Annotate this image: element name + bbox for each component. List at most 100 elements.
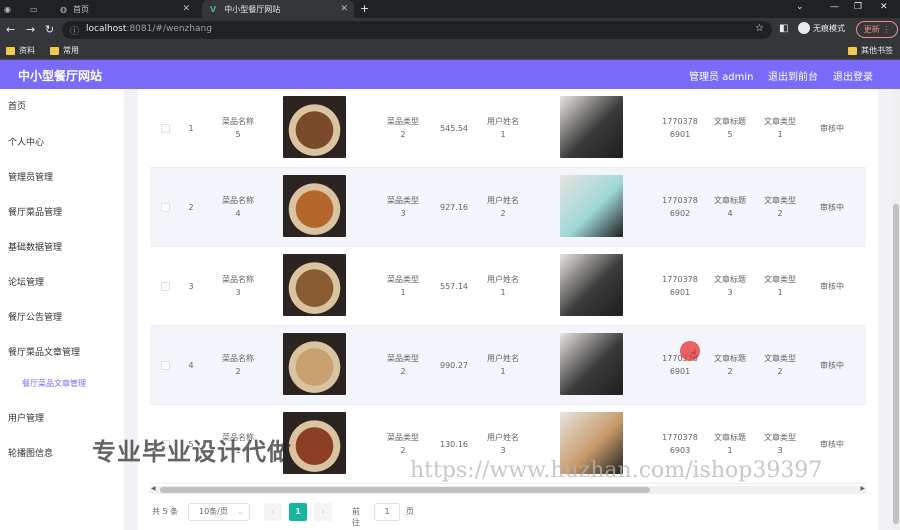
article-type-value: 1 [777, 288, 783, 297]
close-icon[interactable]: ✕ [182, 4, 190, 14]
phone-value-line1: 1770378 [662, 275, 698, 284]
star-icon[interactable]: ☆ [755, 23, 764, 34]
scroll-left-icon[interactable]: ◀ [151, 485, 156, 492]
incognito-indicator[interactable]: 无痕模式 [798, 22, 845, 34]
sidebar-item-home[interactable]: 首页 [8, 99, 26, 112]
user-avatar-image [560, 333, 623, 395]
bookmarks-bar: 资料 常用 其他书签 [0, 42, 900, 60]
bookmark-folder-changyong[interactable]: 常用 [50, 45, 79, 56]
phone-value-line2: 6902 [669, 209, 691, 218]
sidebar-item-users[interactable]: 用户管理 [8, 411, 44, 424]
article-title-label: 文章标题 [714, 196, 746, 205]
restore-icon[interactable]: ❐ [854, 2, 862, 12]
update-label: 更新 [863, 25, 880, 34]
dish-image [283, 412, 346, 474]
dish-type-value: 3 [400, 209, 406, 218]
row-index: 4 [188, 361, 194, 370]
row-checkbox[interactable] [161, 124, 170, 133]
minimize-icon[interactable]: — [830, 2, 839, 12]
price-value: 557.14 [440, 282, 468, 291]
status-badge: 审核中 [820, 203, 844, 212]
price-value: 545.54 [440, 124, 468, 133]
phone-value-line1: 1770378 [662, 117, 698, 126]
bookmark-folder-ziliao[interactable]: 资料 [6, 45, 35, 56]
tab-home[interactable]: ◍ 首页 ✕ [56, 0, 196, 18]
sidebar-subitem-articles[interactable]: 餐厅菜品文章管理 [22, 378, 86, 389]
close-window-icon[interactable]: ✕ [880, 2, 888, 12]
page-size-select[interactable]: 10条/页 ⌄ [188, 503, 250, 521]
phone-value-line1: 1770378 [662, 196, 698, 205]
sidebar-item-forum[interactable]: 论坛管理 [8, 275, 44, 288]
table-row[interactable]: 2 菜品名称 4 菜品类型 3 927.16 用户姓名 2 1770378 69… [150, 168, 866, 247]
sidebar-item-articles[interactable]: 餐厅菜品文章管理 [8, 345, 80, 358]
table-row[interactable]: 1 菜品名称 5 菜品类型 2 545.54 用户姓名 1 1770378 69… [150, 89, 866, 168]
reload-icon[interactable]: ↻ [45, 23, 54, 36]
vertical-scroll-thumb[interactable] [893, 204, 899, 524]
article-type-value: 2 [777, 209, 783, 218]
back-to-front-link[interactable]: 退出到前台 [768, 68, 818, 83]
article-title-label: 文章标题 [714, 275, 746, 284]
logout-link[interactable]: 退出登录 [833, 68, 873, 83]
vertical-scrollbar[interactable] [892, 89, 900, 530]
goto-page-input[interactable]: 1 [374, 503, 400, 521]
sidebar-item-admins[interactable]: 管理员管理 [8, 170, 53, 183]
row-checkbox[interactable] [161, 203, 170, 212]
bookmark-label: 常用 [63, 46, 79, 55]
sidebar-item-notices[interactable]: 餐厅公告管理 [8, 310, 62, 323]
status-badge: 审核中 [820, 361, 844, 370]
row-index: 3 [188, 282, 194, 291]
prev-page-button[interactable]: ‹ [264, 503, 282, 521]
article-title-value: 4 [727, 209, 733, 218]
phone-value-line2: 6901 [669, 288, 691, 297]
bookmark-folder-other[interactable]: 其他书签 [848, 45, 893, 56]
user-name-label: 用户姓名 [487, 117, 519, 126]
update-button[interactable]: 更新 ⋮ [856, 21, 898, 38]
table-row[interactable]: 4 菜品名称 2 菜品类型 2 990.27 用户姓名 1 1770378 69… [150, 326, 866, 405]
page-1-button[interactable]: 1 [289, 503, 307, 521]
dish-name-value: 3 [235, 288, 241, 297]
sidebar-item-profile[interactable]: 个人中心 [8, 135, 44, 148]
address-bar-row: ← → ↻ ⓘ localhost:8081/#/wenzhang ☆ ◧ 无痕… [0, 18, 900, 42]
sidebar-item-dishes[interactable]: 餐厅菜品管理 [8, 205, 62, 218]
app-header: 中小型餐厅网站 管理员 admin 退出到前台 退出登录 [0, 60, 900, 89]
article-title-label: 文章标题 [714, 117, 746, 126]
row-index: 1 [188, 124, 194, 133]
close-icon[interactable]: ✕ [340, 4, 348, 14]
article-title-value: 1 [727, 446, 733, 455]
folder-icon [50, 46, 59, 55]
back-icon[interactable]: ← [6, 23, 15, 36]
status-badge: 审核中 [820, 282, 844, 291]
vue-icon: V [210, 4, 217, 14]
table-row[interactable]: 3 菜品名称 3 菜品类型 1 557.14 用户姓名 1 1770378 69… [150, 247, 866, 326]
article-type-label: 文章类型 [764, 196, 796, 205]
new-tab-icon[interactable]: + [360, 2, 369, 15]
row-checkbox[interactable] [161, 361, 170, 370]
status-badge: 审核中 [820, 124, 844, 133]
url-field[interactable]: ⓘ localhost:8081/#/wenzhang ☆ [62, 21, 772, 39]
dish-type-value: 1 [400, 288, 406, 297]
article-type-label: 文章类型 [764, 275, 796, 284]
browser-menu-icon[interactable]: ◉ [4, 0, 18, 18]
scroll-right-icon[interactable]: ▶ [860, 485, 865, 492]
chevron-down-icon[interactable]: ⌄ [796, 2, 804, 12]
horizontal-scrollbar[interactable]: ◀ ▶ [150, 485, 866, 494]
user-name-label: 用户姓名 [487, 354, 519, 363]
tab-active[interactable]: V 中小型餐厅网站 ✕ [202, 0, 354, 18]
sidepanel-icon[interactable]: ◧ [779, 23, 788, 34]
watermark-url: https://www.huzhan.com/ishop39397 [410, 458, 823, 483]
tab-group-icon[interactable]: ▭ [30, 0, 46, 18]
dish-type-label: 菜品类型 [387, 354, 419, 363]
next-page-button[interactable]: › [314, 503, 332, 521]
dish-name-value: 2 [235, 367, 241, 376]
incognito-icon [798, 22, 810, 34]
horizontal-scroll-thumb[interactable] [160, 487, 650, 493]
page-size-value: 10条/页 [199, 507, 228, 516]
article-title-label: 文章标题 [714, 354, 746, 363]
sidebar-item-carousel[interactable]: 轮播图信息 [8, 446, 53, 459]
article-type-label: 文章类型 [764, 117, 796, 126]
user-name-label: 用户姓名 [487, 196, 519, 205]
forward-icon[interactable]: → [26, 23, 35, 36]
phone-value-line2: 6901 [669, 367, 691, 376]
sidebar-item-basic-data[interactable]: 基础数据管理 [8, 240, 62, 253]
row-checkbox[interactable] [161, 282, 170, 291]
